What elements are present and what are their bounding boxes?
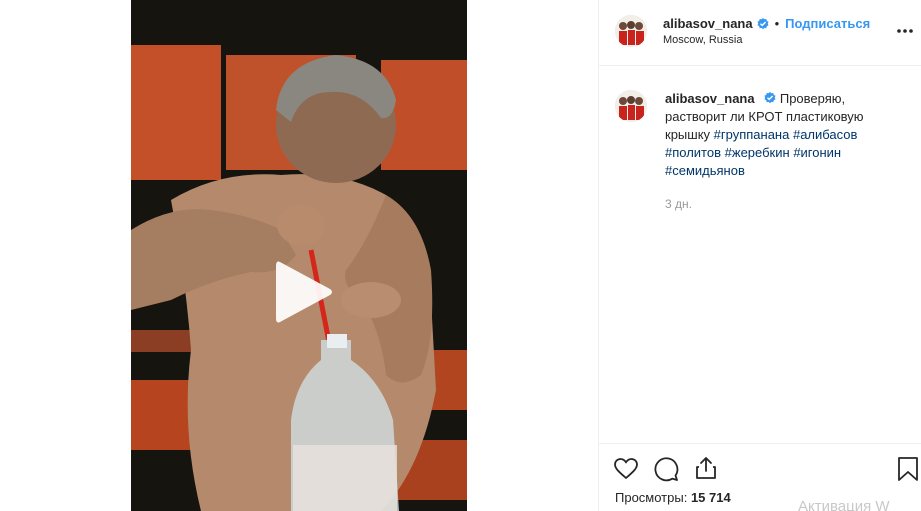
author-username[interactable]: alibasov_nana: [663, 16, 753, 31]
post-location[interactable]: Moscow, Russia: [663, 34, 742, 46]
hashtag-link[interactable]: #алибасов: [793, 127, 857, 142]
hashtag-link[interactable]: #группанана: [714, 127, 790, 142]
avatar-image: [615, 90, 647, 122]
header-user-line: alibasov_nana • Подписаться: [663, 16, 870, 31]
comment-icon[interactable]: [653, 456, 679, 482]
heart-icon[interactable]: [613, 456, 639, 482]
post-header: alibasov_nana • Подписаться Moscow, Russ…: [599, 0, 921, 66]
hashtag-link[interactable]: #жеребкин: [725, 145, 790, 160]
views-count[interactable]: Просмотры: 15 714: [615, 490, 731, 505]
views-label: Просмотры:: [615, 490, 688, 505]
more-options-icon[interactable]: [893, 21, 917, 41]
comments-section: alibasov_nana Проверяю, растворит ли КРО…: [599, 67, 921, 444]
play-icon[interactable]: [272, 258, 334, 326]
instagram-post-modal: alibasov_nana • Подписаться Moscow, Russ…: [0, 0, 921, 511]
post-video[interactable]: [131, 0, 467, 511]
caption-avatar[interactable]: [615, 90, 647, 122]
share-icon[interactable]: [693, 455, 719, 481]
post-caption: alibasov_nana Проверяю, растворит ли КРО…: [665, 90, 865, 180]
verified-badge-icon: [757, 17, 769, 29]
caption-username[interactable]: alibasov_nana: [665, 91, 755, 106]
caption-timestamp[interactable]: 3 дн.: [665, 197, 692, 211]
follow-button[interactable]: Подписаться: [785, 16, 870, 31]
author-avatar[interactable]: [615, 15, 647, 47]
video-frame-illustration: [131, 0, 467, 511]
avatar-image: [615, 15, 647, 47]
bookmark-icon[interactable]: [895, 456, 921, 482]
views-number: 15 714: [690, 490, 731, 505]
os-activation-watermark: Активация W: [798, 498, 890, 511]
hashtag-link[interactable]: #семидьянов: [665, 163, 745, 178]
media-area: [0, 0, 598, 511]
hashtag-link[interactable]: #политов: [665, 145, 721, 160]
verified-badge-icon: [764, 92, 776, 104]
hashtag-link[interactable]: #игонин: [793, 145, 841, 160]
header-separator: •: [774, 16, 780, 31]
